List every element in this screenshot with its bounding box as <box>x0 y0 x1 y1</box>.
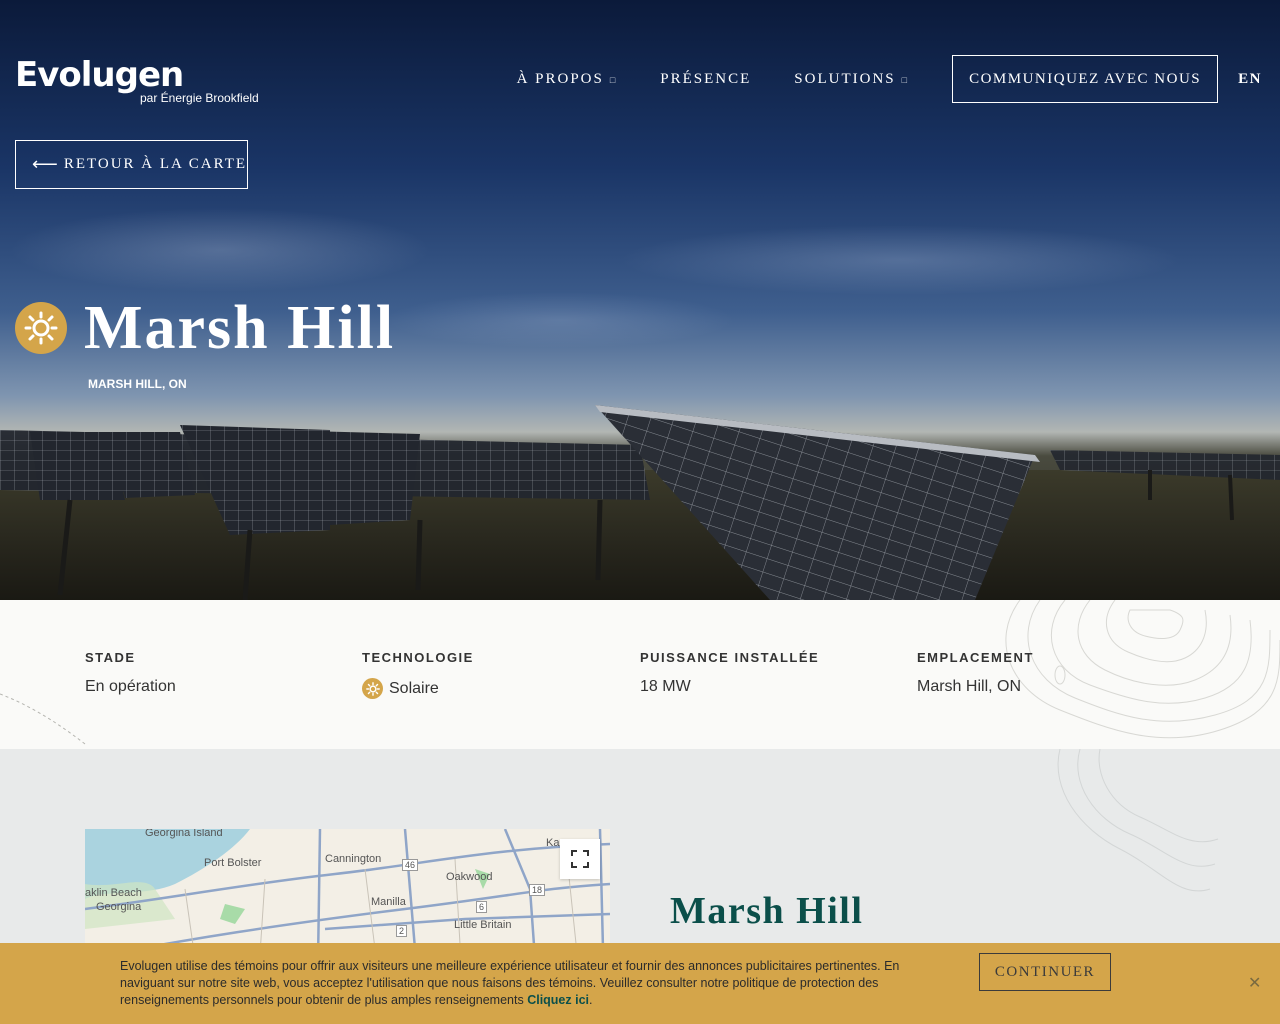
cookie-policy-link[interactable]: Cliquez ici <box>527 993 589 1007</box>
nav-label: SOLUTIONS <box>794 70 896 87</box>
map-label: aklin Beach <box>85 887 142 899</box>
info-label: STADE <box>85 650 136 665</box>
brand-name: Evolugen <box>15 55 184 95</box>
info-value: Solaire <box>362 678 474 699</box>
map-label: Manilla <box>371 896 406 908</box>
info-value: 18 MW <box>640 678 819 696</box>
language-switch[interactable]: EN <box>1238 71 1262 88</box>
brand-logo[interactable]: Evolugen par Énergie Brookfield <box>15 55 259 105</box>
info-value-text: Marsh Hill, ON <box>917 678 1022 695</box>
map-label: Port Bolster <box>204 857 262 869</box>
nav-item-solutions[interactable]: SOLUTIONS □ <box>794 71 909 88</box>
cookie-message: Evolugen utilise des témoins pour offrir… <box>120 959 900 1007</box>
nav-item-a-propos[interactable]: À PROPOS □ <box>517 71 618 88</box>
nav-label: PRÉSENCE <box>660 70 752 87</box>
route-marker: 46 <box>402 859 419 871</box>
route-marker: 2 <box>396 925 408 937</box>
fullscreen-icon <box>571 850 589 868</box>
info-label: EMPLACEMENT <box>917 650 1034 665</box>
cookie-text: Evolugen utilise des témoins pour offrir… <box>120 958 940 1009</box>
project-title-row: Marsh Hill <box>15 296 395 360</box>
info-value: En opération <box>85 678 176 696</box>
info-capacity: PUISSANCE INSTALLÉE 18 MW <box>640 650 819 696</box>
dashed-path-decoration <box>0 693 86 745</box>
info-technology: TECHNOLOGIE Solaire <box>362 650 474 699</box>
info-label: PUISSANCE INSTALLÉE <box>640 650 820 665</box>
nav-item-presence[interactable]: PRÉSENCE <box>660 71 751 88</box>
map-label: Georgina Island <box>145 829 223 839</box>
cookie-banner: Evolugen utilise des témoins pour offrir… <box>0 943 1280 1024</box>
cookie-period: . <box>589 993 593 1007</box>
info-stage: STADE En opération <box>85 650 176 696</box>
back-to-map-button[interactable]: ⟵ RETOUR À LA CARTE <box>15 140 248 189</box>
topographic-decoration <box>1057 749 1219 892</box>
close-icon[interactable]: ✕ <box>1248 973 1261 993</box>
cookie-continue-button[interactable]: CONTINUER <box>979 953 1111 991</box>
info-value: Marsh Hill, ON <box>917 678 1034 696</box>
sun-icon <box>15 302 67 354</box>
contact-button[interactable]: COMMUNIQUEZ AVEC NOUS <box>952 55 1219 103</box>
info-label: TECHNOLOGIE <box>362 650 474 665</box>
info-value-text: 18 MW <box>640 678 691 695</box>
chevron-down-icon: □ <box>609 74 618 85</box>
main-nav: À PROPOS □ PRÉSENCE SOLUTIONS □ COMMUNIQUE… <box>517 55 1262 103</box>
page-subtitle: MARSH HILL, ON <box>88 377 187 391</box>
info-value-text: Solaire <box>389 679 439 697</box>
map-label: Cannington <box>325 853 382 865</box>
fullscreen-button[interactable] <box>560 839 600 879</box>
nav-label: À PROPOS <box>516 70 604 87</box>
info-value-text: En opération <box>85 678 176 695</box>
map-label: Oakwood <box>446 871 493 883</box>
route-marker: 18 <box>529 884 546 896</box>
hero-banner: Evolugen par Énergie Brookfield À PROPOS… <box>0 0 1280 600</box>
map-label: Georgina <box>96 901 142 913</box>
info-location: EMPLACEMENT Marsh Hill, ON <box>917 650 1034 696</box>
brand-subtitle: par Énergie Brookfield <box>140 91 259 105</box>
map-label: Ka <box>546 837 560 849</box>
page-title: Marsh Hill <box>84 294 396 362</box>
back-label: RETOUR À LA CARTE <box>63 156 248 172</box>
project-info-strip: STADE En opération TECHNOLOGIE Solaire P… <box>0 600 1280 749</box>
map-label: Little Britain <box>454 919 512 931</box>
route-marker: 6 <box>476 901 488 913</box>
section-title: Marsh Hill <box>670 890 864 932</box>
chevron-down-icon: □ <box>901 74 910 85</box>
arrow-left-icon: ⟵ <box>32 154 58 174</box>
sun-icon <box>362 678 383 699</box>
